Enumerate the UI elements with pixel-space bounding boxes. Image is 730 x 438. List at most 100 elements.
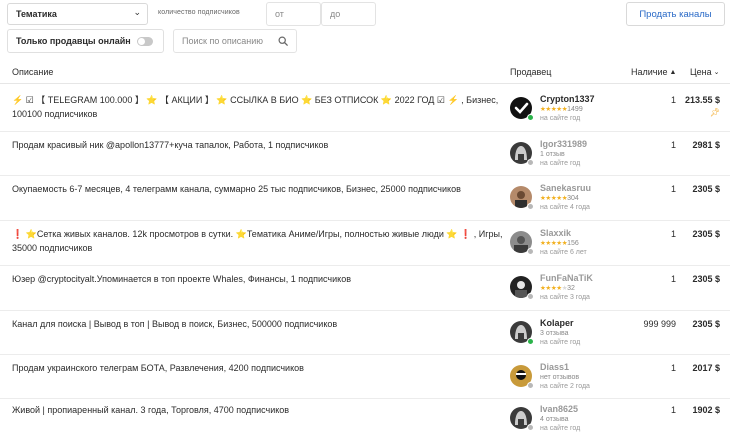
seller-seen: на сайте 4 года	[540, 204, 590, 211]
row-description: ⚡ ☑ 【 TELEGRAM 100.000 】 ⭐ 【 АКЦИИ 】 ⭐ С…	[12, 95, 499, 119]
row-description: Юзер @cryptocityalt.Упоминается в топ пр…	[12, 274, 351, 284]
sort-icon: ▲︎	[669, 69, 677, 76]
seller-name[interactable]: FunFaNaTiK	[540, 273, 630, 284]
rating-stars-icon: ★★★★★	[540, 195, 568, 202]
table-row[interactable]: Окупаемость 6-7 месяцев, 4 телеграмм кан…	[0, 176, 730, 221]
filter-bar: Тематика ⌄ количество подписчиков Продат…	[0, 0, 730, 60]
seller-seen: на сайте 3 года	[540, 294, 590, 301]
category-select[interactable]: Тематика ⌄	[7, 3, 148, 25]
seller-seen: на сайте год	[540, 339, 581, 346]
offline-status-icon	[527, 382, 534, 389]
seller-reviews: 32	[567, 285, 575, 292]
seller-info: Slaxxik ★★★★★156 на сайте 6 лет	[540, 228, 630, 258]
column-availability-label: Наличие	[631, 67, 668, 77]
sellers-online-filter[interactable]: Только продавцы онлайн	[7, 29, 164, 53]
row-description: Продам украинского телеграм БОТА, Развле…	[12, 363, 304, 373]
seller-avatar[interactable]	[510, 276, 534, 300]
seller-avatar[interactable]	[510, 231, 534, 255]
seller-info: Ivan8625 4 отзыва на сайте год	[540, 404, 630, 434]
row-description: Живой | пропиаренный канал. 3 года, Торг…	[12, 405, 290, 415]
seller-name[interactable]: Ivan8625	[540, 404, 630, 415]
subscribers-label: количество подписчиков	[158, 9, 240, 16]
row-price: 213.55 $	[684, 95, 720, 105]
seller-seen: на сайте год	[540, 425, 581, 432]
seller-name[interactable]: Slaxxik	[540, 228, 630, 239]
row-availability: 1	[670, 140, 676, 150]
table-row[interactable]: Продам красивый ник @apollon13777+куча т…	[0, 132, 730, 176]
offline-status-icon	[527, 248, 534, 255]
seller-avatar[interactable]	[510, 321, 534, 345]
seller-info: Igor331989 1 отзыв на сайте год	[540, 139, 630, 169]
pin-icon: 📌︎	[709, 108, 720, 117]
offline-status-icon	[527, 159, 534, 166]
chevron-down-icon: ⌄	[133, 7, 141, 17]
seller-rating: ★★★★★32	[540, 284, 630, 293]
seller-info: FunFaNaTiK ★★★★★32 на сайте 3 года	[540, 273, 630, 303]
seller-reviews: 304	[567, 195, 579, 202]
row-price: 2305 $	[692, 274, 720, 284]
row-availability: 1	[670, 184, 676, 194]
row-availability: 1	[670, 95, 676, 105]
seller-avatar[interactable]	[510, 365, 534, 389]
seller-name[interactable]: Diass1	[540, 362, 630, 373]
rating-stars-icon: ★★★★★	[540, 106, 568, 113]
column-seller: Продавец	[510, 67, 552, 77]
online-status-icon	[527, 338, 534, 345]
seller-info: Diass1 нет отзывов на сайте 2 года	[540, 362, 630, 392]
row-availability: 1	[670, 405, 676, 415]
seller-avatar[interactable]	[510, 186, 534, 210]
seller-name[interactable]: Crypton1337	[540, 94, 630, 105]
rating-stars-icon: ★★★★★	[540, 285, 568, 292]
seller-rating: ★★★★★156	[540, 239, 630, 248]
seller-avatar[interactable]	[510, 407, 534, 431]
seller-seen: на сайте 6 лет	[540, 249, 587, 256]
sellers-online-label: Только продавцы онлайн	[16, 36, 131, 46]
category-select-value: Тематика	[16, 9, 57, 19]
seller-name[interactable]: Sanekasruu	[540, 183, 630, 194]
search-icon[interactable]	[278, 36, 288, 46]
row-price: 2305 $	[692, 319, 720, 329]
seller-reviews: 1 отзыв	[540, 151, 565, 158]
row-description: Канал для поиска | Вывод в топ | Вывод в…	[12, 319, 338, 329]
rating-stars-icon: ★★★★★	[540, 240, 568, 247]
seller-avatar[interactable]	[510, 97, 534, 121]
row-availability: 1	[670, 229, 676, 239]
seller-name[interactable]: Igor331989	[540, 139, 630, 150]
row-description: ❗ ⭐Сетка живых каналов. 12k просмотров в…	[12, 229, 503, 253]
seller-name[interactable]: Kolaper	[540, 318, 630, 329]
description-search-input[interactable]	[174, 30, 274, 52]
row-description: Окупаемость 6-7 месяцев, 4 телеграмм кан…	[12, 184, 461, 194]
table-row[interactable]: ❗ ⭐Сетка живых каналов. 12k просмотров в…	[0, 221, 730, 266]
offline-status-icon	[527, 424, 534, 431]
seller-reviews: 156	[567, 240, 579, 247]
table-row[interactable]: Канал для поиска | Вывод в топ | Вывод в…	[0, 311, 730, 355]
seller-info: Sanekasruu ★★★★★304 на сайте 4 года	[540, 183, 630, 213]
sort-down-icon: ⌄	[713, 69, 720, 76]
row-price: 2305 $	[692, 229, 720, 239]
sell-channels-button[interactable]: Продать каналы	[626, 2, 725, 26]
table-row[interactable]: Продам украинского телеграм БОТА, Развле…	[0, 355, 730, 399]
table-row[interactable]: Живой | пропиаренный канал. 3 года, Торг…	[0, 399, 730, 438]
sellers-online-toggle[interactable]	[137, 37, 153, 46]
column-price[interactable]: Цена ⌄	[690, 67, 720, 77]
subscribers-to-input[interactable]	[321, 2, 376, 26]
table-row[interactable]: Юзер @cryptocityalt.Упоминается в топ пр…	[0, 266, 730, 311]
column-availability[interactable]: Наличие ▲︎	[631, 67, 676, 77]
row-price: 2305 $	[692, 184, 720, 194]
table-header: Описание Продавец Наличие ▲︎ Цена ⌄	[0, 62, 730, 84]
seller-seen: на сайте год	[540, 160, 581, 167]
column-price-label: Цена	[690, 67, 712, 77]
seller-seen: на сайте 2 года	[540, 383, 590, 390]
table-row[interactable]: ⚡ ☑ 【 TELEGRAM 100.000 】 ⭐ 【 АКЦИИ 】 ⭐ С…	[0, 87, 730, 132]
online-status-icon	[527, 114, 534, 121]
column-description: Описание	[12, 67, 54, 77]
description-search	[173, 29, 297, 53]
row-price: 2017 $	[692, 363, 720, 373]
seller-reviews: нет отзывов	[540, 374, 580, 381]
row-availability: 1	[670, 363, 676, 373]
seller-avatar[interactable]	[510, 142, 534, 166]
row-availability: 999 999	[643, 319, 676, 329]
seller-reviews: 4 отзыва	[540, 416, 569, 423]
subscribers-from-input[interactable]	[266, 2, 321, 26]
row-price: 1902 $	[692, 405, 720, 415]
